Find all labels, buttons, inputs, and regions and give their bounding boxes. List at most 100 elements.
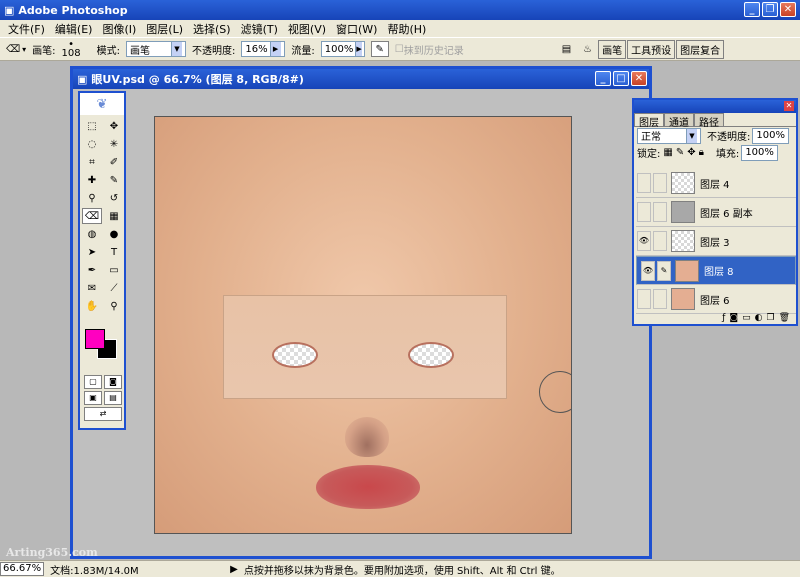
tab-layers[interactable]: 图层: [634, 113, 664, 129]
magic-wand-icon[interactable]: ✳: [104, 136, 124, 152]
dodge-tool-icon[interactable]: ●: [104, 226, 124, 242]
layer-row[interactable]: 图层 6: [636, 285, 796, 314]
lock-all-icon[interactable]: 🔒︎: [699, 147, 704, 158]
erase-history-checkbox[interactable]: ☐ 抹到历史记录: [395, 42, 464, 57]
gradient-tool-icon[interactable]: ▦: [104, 208, 124, 224]
foreground-color-swatch[interactable]: [85, 329, 105, 349]
opacity-input[interactable]: 16% ▶: [241, 41, 286, 57]
dock-tab-tool-presets[interactable]: 工具预设: [627, 39, 676, 59]
link-toggle[interactable]: [653, 289, 667, 309]
hand-tool-icon[interactable]: ✋: [82, 298, 102, 314]
menu-view[interactable]: 视图(V): [283, 21, 331, 37]
layer-name: 图层 8: [704, 267, 734, 278]
flow-input[interactable]: 100% ▶: [320, 41, 365, 57]
marquee-tool-icon[interactable]: ⬚: [82, 118, 102, 134]
palette-icon[interactable]: ▤: [562, 44, 571, 55]
document-canvas-area[interactable]: [73, 89, 649, 556]
document-close-button[interactable]: ✕: [631, 71, 647, 86]
new-group-icon[interactable]: ▭: [742, 313, 751, 323]
layer-row-selected[interactable]: 👁︎ ✎ 图层 8: [636, 256, 796, 285]
lasso-tool-icon[interactable]: ◌: [82, 136, 102, 152]
lock-position-icon[interactable]: ✥: [687, 147, 695, 158]
link-toggle[interactable]: [653, 231, 667, 251]
quickmask-mode-icon[interactable]: ◙: [104, 375, 122, 389]
visibility-toggle[interactable]: [637, 202, 651, 222]
blend-mode-select[interactable]: 正常 ▼: [637, 127, 701, 144]
minimize-button[interactable]: _: [744, 2, 760, 17]
visibility-toggle[interactable]: [637, 173, 651, 193]
brush-preset-picker[interactable]: • 108: [62, 40, 81, 59]
link-toggle[interactable]: [653, 173, 667, 193]
tab-channels[interactable]: 通道: [664, 113, 694, 129]
dock-tab-layer-comps[interactable]: 图层复合: [676, 39, 725, 59]
fill-input[interactable]: 100%: [741, 144, 778, 161]
document-maximize-button[interactable]: □: [613, 71, 629, 86]
slice-tool-icon[interactable]: ✐: [104, 154, 124, 170]
layer-opacity-input[interactable]: 100%: [752, 127, 789, 144]
trash-icon[interactable]: 🗑︎: [779, 313, 790, 323]
menu-bar: 文件(F) 编辑(E) 图像(I) 图层(L) 选择(S) 滤镜(T) 视图(V…: [0, 20, 800, 37]
layer-row[interactable]: 👁︎ 图层 3: [636, 227, 796, 256]
history-brush-icon[interactable]: ↺: [104, 190, 124, 206]
standard-mode-icon[interactable]: ▢: [84, 375, 102, 389]
lock-pixels-icon[interactable]: ✎: [676, 147, 684, 158]
eraser-tool-icon[interactable]: ⌫: [82, 208, 102, 224]
layer-row[interactable]: 图层 6 副本: [636, 198, 796, 227]
tab-paths[interactable]: 路径: [694, 113, 724, 129]
imageready-jump-icon[interactable]: ⇄: [84, 407, 122, 421]
zoom-tool-icon[interactable]: ⚲: [104, 298, 124, 314]
visibility-toggle[interactable]: [637, 289, 651, 309]
workspace-icon[interactable]: ♨: [583, 44, 592, 55]
layer-thumbnail: [671, 201, 695, 223]
restore-button[interactable]: ❐: [762, 2, 778, 17]
pen-tool-icon[interactable]: ✒: [82, 262, 102, 278]
lock-transparency-icon[interactable]: ▦: [663, 147, 672, 158]
new-layer-icon[interactable]: ❐: [766, 313, 774, 323]
brush-tool-icon[interactable]: ✎: [104, 172, 124, 188]
image-canvas[interactable]: [154, 116, 572, 534]
eraser-tool-icon[interactable]: ⌫ ▾: [6, 44, 26, 55]
close-button[interactable]: ✕: [780, 2, 796, 17]
fullscreen-mode-icon[interactable]: ▤: [104, 391, 122, 405]
screen-mode-icon[interactable]: ▣: [84, 391, 102, 405]
healing-brush-icon[interactable]: ✚: [82, 172, 102, 188]
menu-help[interactable]: 帮助(H): [382, 21, 431, 37]
menu-file[interactable]: 文件(F): [3, 21, 50, 37]
menu-edit[interactable]: 编辑(E): [50, 21, 98, 37]
shape-tool-icon[interactable]: ▭: [104, 262, 124, 278]
menu-filter[interactable]: 滤镜(T): [236, 21, 283, 37]
menu-layer[interactable]: 图层(L): [141, 21, 188, 37]
close-icon[interactable]: ✕: [784, 101, 794, 111]
layer-row[interactable]: 图层 4: [636, 169, 796, 198]
layer-thumbnail: [671, 172, 695, 194]
menu-window[interactable]: 窗口(W): [331, 21, 382, 37]
feather-logo-icon[interactable]: ❦: [80, 93, 124, 115]
crop-tool-icon[interactable]: ⌗: [82, 154, 102, 170]
eyedropper-icon[interactable]: ⟋: [104, 280, 124, 296]
menu-image[interactable]: 图像(I): [97, 21, 141, 37]
play-arrow-icon[interactable]: ▶: [230, 564, 238, 575]
document-minimize-button[interactable]: _: [595, 71, 611, 86]
airbrush-icon[interactable]: ✎: [370, 41, 389, 57]
dock-tab-brushes[interactable]: 画笔: [598, 39, 627, 59]
layer-mask-icon[interactable]: ◙: [729, 313, 738, 323]
eye-icon[interactable]: 👁︎: [641, 260, 655, 281]
eye-icon[interactable]: 👁︎: [637, 231, 651, 251]
link-toggle[interactable]: [653, 202, 667, 222]
stamp-tool-icon[interactable]: ⚲: [82, 190, 102, 206]
status-hint: 点按并拖移以抹为背景色。要用附加选项，使用 Shift、Alt 和 Ctrl 键…: [243, 565, 561, 577]
blur-tool-icon[interactable]: ◍: [82, 226, 102, 242]
layers-panel-titlebar[interactable]: ✕: [634, 100, 796, 113]
adjustment-layer-icon[interactable]: ◐: [755, 313, 763, 323]
layer-style-icon[interactable]: ƒ: [722, 313, 725, 323]
doc-info[interactable]: 文档:1.83M/14.0M: [50, 562, 230, 577]
brush-icon[interactable]: ✎: [657, 260, 671, 281]
move-tool-icon[interactable]: ✥: [104, 118, 124, 134]
zoom-field[interactable]: 66.67%: [0, 562, 45, 576]
notes-tool-icon[interactable]: ✉: [82, 280, 102, 296]
type-tool-icon[interactable]: T: [104, 244, 124, 260]
mode-select[interactable]: 画笔 ▼: [126, 41, 186, 57]
menu-select[interactable]: 选择(S): [188, 21, 236, 37]
path-select-icon[interactable]: ➤: [82, 244, 102, 260]
document-titlebar[interactable]: ▣ 眼UV.psd @ 66.7% (图层 8, RGB/8#) _ □ ✕: [73, 69, 649, 89]
